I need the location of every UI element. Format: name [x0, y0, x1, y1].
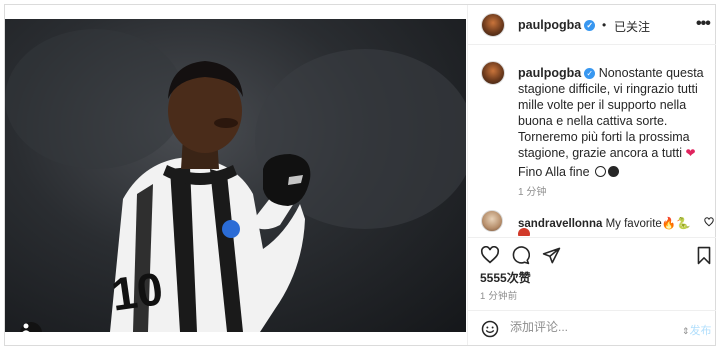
- caption-username[interactable]: paulpogba: [518, 66, 581, 80]
- comment-like-button[interactable]: [704, 217, 714, 230]
- author-avatar[interactable]: [481, 13, 505, 37]
- post-actions: [468, 237, 716, 265]
- post-comment-button[interactable]: ⇕发布: [682, 322, 712, 338]
- post-details-panel: paulpogba ✓ • 已关注 ••• paulpogba ✓ Nonostan…: [467, 5, 716, 345]
- verified-badge-icon: ✓: [584, 20, 596, 31]
- svg-text:10: 10: [108, 262, 166, 321]
- black-circle-icon: [608, 166, 620, 177]
- comment-text: My favorite🔥🐍: [605, 218, 691, 230]
- header-separator: •: [602, 18, 607, 32]
- bookmark-icon: [697, 246, 711, 265]
- caption-tail-text: Fino Alla fine: [518, 165, 590, 179]
- heart-emoji: ❤: [685, 146, 696, 160]
- heart-outline-icon: [480, 245, 500, 264]
- comment-bar: ⇕发布: [468, 310, 716, 345]
- author-username[interactable]: paulpogba ✓: [518, 18, 596, 32]
- post-timestamp[interactable]: 1 分钟前: [480, 288, 517, 302]
- post-header: paulpogba ✓ • 已关注 •••: [468, 5, 716, 45]
- drag-handle-icon: ⇕: [682, 326, 690, 336]
- caption-tail: Fino Alla fine: [518, 165, 620, 179]
- caption-timestamp[interactable]: 1 分钟: [518, 183, 546, 198]
- like-button[interactable]: [480, 245, 500, 269]
- share-button[interactable]: [542, 246, 561, 270]
- bookmark-button[interactable]: [696, 246, 712, 270]
- user-tag-icon: [22, 323, 30, 332]
- emoji-button[interactable]: [481, 320, 499, 343]
- player-photo: 10: [5, 29, 466, 332]
- white-circle-icon: [595, 166, 607, 177]
- post-caption: paulpogba ✓ Nonostante questa stagione di…: [518, 65, 710, 161]
- heart-outline-icon: [704, 217, 714, 227]
- comment-overflow-emoji: [518, 228, 532, 236]
- commenter-avatar[interactable]: [481, 210, 503, 232]
- comment-input[interactable]: [510, 320, 670, 334]
- follow-status-button[interactable]: 已关注: [614, 18, 650, 35]
- smile-icon: [481, 320, 499, 338]
- post-photo[interactable]: 10: [5, 19, 466, 332]
- caption-author-avatar[interactable]: [481, 61, 505, 85]
- share-icon: [542, 247, 561, 264]
- likes-count[interactable]: 5555次赞: [480, 269, 531, 286]
- verified-badge-icon: ✓: [584, 68, 596, 79]
- comment-icon: [512, 246, 530, 265]
- comment-button[interactable]: [511, 246, 530, 270]
- caption-text: Nonostante questa stagione difficile, vi…: [518, 66, 704, 160]
- comment-item: sandravellonna My favorite🔥🐍: [518, 216, 690, 230]
- more-options-icon[interactable]: •••: [696, 15, 711, 33]
